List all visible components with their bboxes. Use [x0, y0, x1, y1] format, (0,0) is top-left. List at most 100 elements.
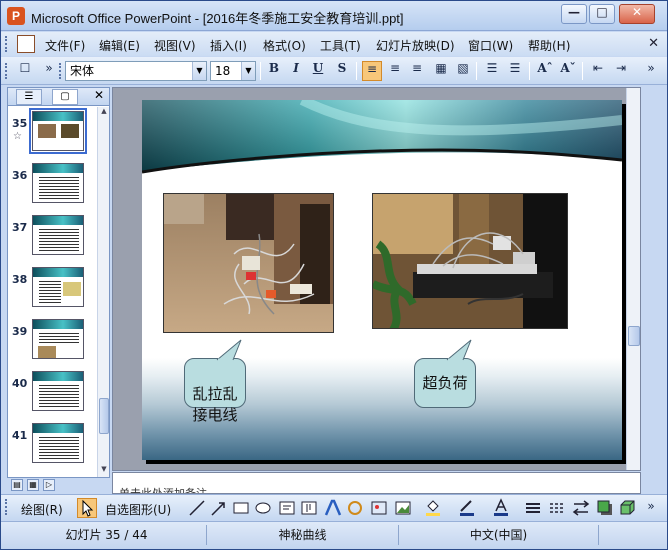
numbered-list-icon[interactable]: ☰	[482, 61, 502, 81]
underline-button[interactable]: U	[308, 61, 328, 81]
line-style-icon[interactable]	[523, 498, 543, 518]
line-icon[interactable]	[187, 498, 207, 518]
panel-scrollbar[interactable]: ▲ ▼	[97, 107, 109, 477]
photo-messy-wiring[interactable]	[163, 193, 334, 333]
line-color-icon[interactable]	[457, 498, 477, 518]
align-left-icon[interactable]: ≡	[362, 61, 382, 81]
panel-close-icon[interactable]: ✕	[94, 88, 104, 102]
select-pointer-icon[interactable]	[77, 498, 97, 518]
font-color-icon[interactable]	[491, 498, 511, 518]
wordart-icon[interactable]	[323, 498, 343, 518]
toolbar-grip[interactable]	[5, 499, 9, 515]
scroll-thumb[interactable]	[99, 398, 109, 434]
slide-thumbnail[interactable]	[32, 215, 84, 255]
list-item[interactable]: 39	[8, 315, 96, 365]
list-item[interactable]: 35 ☆	[8, 107, 96, 157]
powerpoint-icon: P	[7, 7, 25, 25]
scroll-up-icon[interactable]: ▲	[99, 107, 109, 119]
textbox-icon[interactable]	[277, 498, 297, 518]
increase-font-icon[interactable]: Aˆ	[535, 61, 555, 81]
toolbar-grip-2[interactable]	[59, 63, 63, 79]
tab-slides[interactable]: ▢	[52, 89, 78, 105]
document-close-icon[interactable]: ✕	[648, 36, 659, 51]
bold-button[interactable]: B	[264, 61, 284, 81]
notes-pane[interactable]: 单击此处添加备注	[112, 472, 641, 494]
fill-color-icon[interactable]	[423, 498, 443, 518]
autoshapes-menu[interactable]: 自选图形(U)	[105, 501, 171, 518]
menu-window[interactable]: 窗口(W)	[468, 37, 513, 54]
chevron-down-icon[interactable]: ▼	[241, 62, 255, 80]
draw-menu[interactable]: 绘图(R)	[21, 501, 63, 518]
menu-view[interactable]: 视图(V)	[154, 37, 196, 54]
slide-thumbnail[interactable]	[32, 267, 84, 307]
increase-indent-icon[interactable]: ⇥	[611, 61, 631, 81]
new-document-icon[interactable]: ☐	[15, 61, 35, 81]
toolbar-overflow-icon[interactable]: »	[641, 61, 661, 81]
rectangle-icon[interactable]	[231, 498, 251, 518]
shadow-style-icon[interactable]	[595, 498, 615, 518]
list-item[interactable]: 36	[8, 159, 96, 209]
document-icon[interactable]	[17, 35, 35, 53]
toolbar-options-icon[interactable]: »	[39, 61, 59, 81]
slideshow-view-icon[interactable]: ▷	[43, 479, 55, 491]
application-window: P Microsoft Office PowerPoint - [2016年冬季…	[0, 0, 668, 550]
menu-grip[interactable]	[5, 36, 9, 52]
italic-button[interactable]: I	[286, 61, 306, 81]
list-item[interactable]: 37	[8, 211, 96, 261]
bulleted-list-icon[interactable]: ☰	[505, 61, 525, 81]
decrease-font-icon[interactable]: Aˇ	[558, 61, 578, 81]
toolbar-overflow-icon[interactable]: »	[641, 499, 661, 519]
callout-overload[interactable]: 超负荷	[414, 339, 476, 408]
menu-file[interactable]: 文件(F)	[45, 37, 85, 54]
oval-icon[interactable]	[253, 498, 273, 518]
3d-style-icon[interactable]	[617, 498, 637, 518]
menu-slideshow[interactable]: 幻灯片放映(D)	[376, 37, 455, 54]
tab-outline[interactable]: ☰	[16, 89, 42, 105]
clipart-icon[interactable]	[369, 498, 389, 518]
slide-number: 37	[12, 221, 28, 234]
slide-thumbnail[interactable]	[32, 371, 84, 411]
shadow-button[interactable]: S	[332, 61, 352, 81]
notes-placeholder[interactable]: 单击此处添加备注	[119, 485, 207, 493]
list-item[interactable]: 38	[8, 263, 96, 313]
vertical-textbox-icon[interactable]	[299, 498, 319, 518]
menu-tools[interactable]: 工具(T)	[320, 37, 361, 54]
slide-thumbnail[interactable]	[29, 108, 87, 154]
dash-style-icon[interactable]	[547, 498, 567, 518]
slide-thumbnail[interactable]	[32, 423, 84, 463]
font-name-combo[interactable]: 宋体 ▼	[65, 61, 207, 81]
list-item[interactable]: 40	[8, 367, 96, 417]
minimize-button[interactable]: —	[561, 4, 587, 24]
design-template-name: 神秘曲线	[207, 525, 399, 545]
font-size-combo[interactable]: 18 ▼	[210, 61, 256, 81]
slide-thumbnail[interactable]	[32, 319, 84, 359]
header-swoosh	[142, 100, 622, 174]
decrease-indent-icon[interactable]: ⇤	[588, 61, 608, 81]
menu-format[interactable]: 格式(O)	[263, 37, 306, 54]
menu-help[interactable]: 帮助(H)	[528, 37, 570, 54]
picture-icon[interactable]	[393, 498, 413, 518]
menu-insert[interactable]: 插入(I)	[210, 37, 247, 54]
list-item[interactable]: 41	[8, 419, 96, 469]
slide-canvas[interactable]: 乱拉乱 接电线 超负荷	[142, 100, 622, 460]
arrow-style-icon[interactable]	[571, 498, 591, 518]
close-button[interactable]: ✕	[619, 4, 655, 24]
maximize-button[interactable]: □	[589, 4, 615, 24]
sorter-view-icon[interactable]: ▦	[27, 479, 39, 491]
align-center-icon[interactable]: ≡	[385, 61, 405, 81]
toolbar-grip[interactable]	[5, 63, 9, 79]
slide-thumbnail[interactable]	[32, 163, 84, 203]
diagram-icon[interactable]	[345, 498, 365, 518]
menu-edit[interactable]: 编辑(E)	[99, 37, 140, 54]
align-right-icon[interactable]: ≡	[407, 61, 427, 81]
callout-messy-wiring[interactable]: 乱拉乱 接电线	[184, 339, 246, 424]
distribute-icon[interactable]: ▦	[431, 61, 451, 81]
photo-overloaded-socket[interactable]	[372, 193, 568, 329]
arrow-icon[interactable]	[209, 498, 229, 518]
editor-scrollbar[interactable]	[626, 88, 640, 470]
scroll-down-icon[interactable]: ▼	[99, 465, 109, 477]
scroll-thumb[interactable]	[628, 326, 640, 346]
chevron-down-icon[interactable]: ▼	[192, 62, 206, 80]
normal-view-icon[interactable]: ▤	[11, 479, 23, 491]
column-text-icon[interactable]: ▧	[453, 61, 473, 81]
